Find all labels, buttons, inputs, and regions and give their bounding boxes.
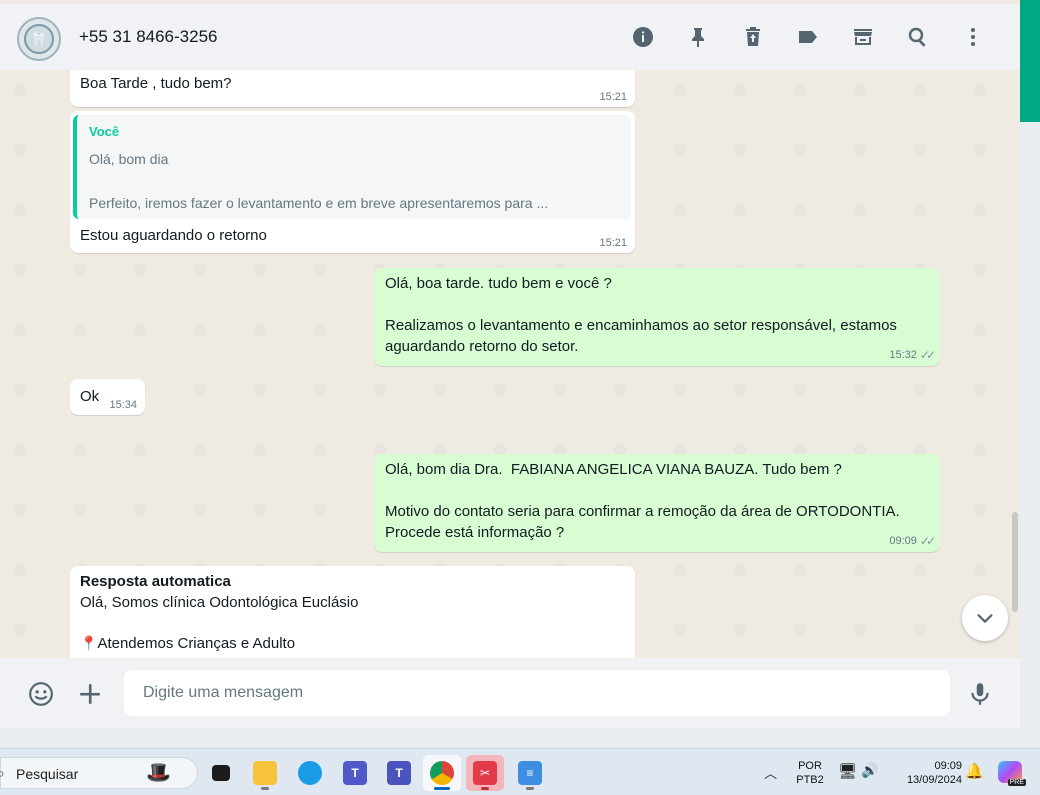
message-outgoing[interactable]: Olá, boa tarde. tudo bem e você ? Realiz… bbox=[374, 268, 940, 366]
tooth-logo-icon: 🦷 bbox=[24, 24, 54, 54]
taskbar-search[interactable]: ⌕ Pesquisar 🎩 bbox=[0, 757, 198, 789]
teams-icon[interactable]: T bbox=[380, 755, 418, 791]
windows-taskbar: ⌕ Pesquisar 🎩 T T ✂ ≡ ︿ POR PTB2 🖥 🔊 09:… bbox=[0, 748, 1040, 795]
composer bbox=[0, 658, 1020, 728]
search-icon[interactable] bbox=[890, 22, 945, 52]
input-language[interactable]: POR PTB2 bbox=[792, 759, 828, 787]
whatsapp-window: 🦷 +55 31 8466-3256 Boa Tarde , tudo bem?… bbox=[0, 0, 1020, 728]
menu-icon[interactable] bbox=[945, 22, 1000, 52]
edge-icon[interactable] bbox=[291, 755, 329, 791]
message-input[interactable] bbox=[124, 670, 950, 716]
message-time: 09:09 ✓✓ bbox=[889, 534, 936, 548]
message-incoming[interactable]: Ok 15:34 bbox=[70, 379, 145, 415]
scrollbar[interactable] bbox=[1012, 512, 1018, 612]
message-text: Estou aguardando o retorno bbox=[80, 227, 267, 244]
contact-name[interactable]: +55 31 8466-3256 bbox=[79, 27, 218, 47]
avatar[interactable]: 🦷 bbox=[17, 17, 61, 61]
chevron-up-icon[interactable]: ︿ bbox=[764, 763, 777, 782]
delete-icon[interactable] bbox=[725, 22, 780, 52]
message-text: Boa Tarde , tudo bem? bbox=[80, 75, 232, 92]
snipping-tool-icon[interactable]: ✂ bbox=[466, 755, 504, 791]
notepad-icon[interactable]: ≡ bbox=[511, 755, 549, 791]
message-text: Ok bbox=[80, 388, 100, 405]
message-time: 15:32 ✓✓ bbox=[889, 348, 936, 362]
double-check-icon: ✓✓ bbox=[919, 534, 936, 548]
message-text: Olá, Somos clínica Odontológica Euclásio bbox=[80, 594, 359, 611]
clock[interactable]: 09:09 13/09/2024 bbox=[890, 759, 962, 787]
network-icon[interactable]: 🖥 bbox=[838, 762, 857, 780]
clock-time: 09:09 bbox=[934, 760, 962, 772]
message-incoming[interactable]: Resposta automatica Olá, Somos clínica O… bbox=[70, 566, 635, 658]
volume-icon[interactable]: 🔊 bbox=[861, 762, 878, 779]
window-edge bbox=[1020, 4, 1040, 122]
message-time: 15:21 bbox=[599, 237, 627, 249]
catalog-icon[interactable] bbox=[835, 22, 890, 52]
message-time: 15:21 bbox=[599, 91, 627, 103]
notification-bell-icon[interactable]: 🔔 bbox=[965, 762, 984, 780]
scroll-down-button[interactable] bbox=[962, 595, 1008, 641]
file-explorer-icon[interactable] bbox=[246, 755, 284, 791]
window-edge-strip bbox=[1020, 122, 1040, 728]
message-incoming[interactable]: Boa Tarde , tudo bem? 15:21 bbox=[70, 70, 635, 107]
message-text: Olá, bom dia Dra. FABIANA ANGELICA VIANA… bbox=[385, 461, 900, 541]
quote-author: Você bbox=[89, 124, 120, 139]
microphone-icon[interactable] bbox=[965, 679, 995, 709]
info-icon[interactable] bbox=[615, 22, 670, 52]
chrome-icon[interactable] bbox=[423, 755, 461, 791]
attach-plus-icon[interactable] bbox=[75, 679, 105, 709]
chevron-down-icon bbox=[977, 614, 993, 623]
message-incoming[interactable]: Você Olá, bom dia Perfeito, iremos fazer… bbox=[70, 111, 635, 253]
clock-date: 13/09/2024 bbox=[906, 774, 962, 786]
quote-text: Olá, bom dia Perfeito, iremos fazer o le… bbox=[89, 151, 549, 211]
message-title: Resposta automatica bbox=[80, 573, 231, 590]
message-outgoing[interactable]: Olá, bom dia Dra. FABIANA ANGELICA VIANA… bbox=[374, 454, 940, 552]
pin-icon[interactable] bbox=[670, 22, 725, 52]
message-line: 📍 Atendemos Crianças e Adulto bbox=[80, 635, 295, 652]
taskbar-search-label: Pesquisar bbox=[16, 766, 79, 782]
copilot-badge: PRE bbox=[1007, 779, 1026, 786]
keyboard-layout: PTB2 bbox=[796, 774, 824, 786]
search-highlight-icon: 🎩 bbox=[146, 762, 171, 784]
quoted-message[interactable]: Você Olá, bom dia Perfeito, iremos fazer… bbox=[73, 115, 631, 219]
lang-code: POR bbox=[798, 760, 822, 772]
search-icon: ⌕ bbox=[0, 765, 5, 781]
message-text: Atendemos Crianças e Adulto bbox=[97, 635, 296, 652]
double-check-icon: ✓✓ bbox=[919, 348, 936, 362]
copilot-icon[interactable]: PRE bbox=[998, 761, 1026, 786]
teams-classic-icon[interactable]: T bbox=[336, 755, 374, 791]
header-actions bbox=[615, 22, 1000, 52]
pin-emoji-icon: 📍 bbox=[80, 635, 98, 651]
message-list[interactable]: Boa Tarde , tudo bem? 15:21 Você Olá, bo… bbox=[0, 70, 1020, 658]
chat-header: 🦷 +55 31 8466-3256 bbox=[0, 4, 1020, 70]
task-view-icon[interactable] bbox=[202, 755, 240, 791]
message-time: 15:34 bbox=[109, 399, 137, 411]
emoji-icon[interactable] bbox=[26, 679, 56, 709]
message-text: Olá, boa tarde. tudo bem e você ? Realiz… bbox=[385, 275, 897, 355]
label-icon[interactable] bbox=[780, 22, 835, 52]
